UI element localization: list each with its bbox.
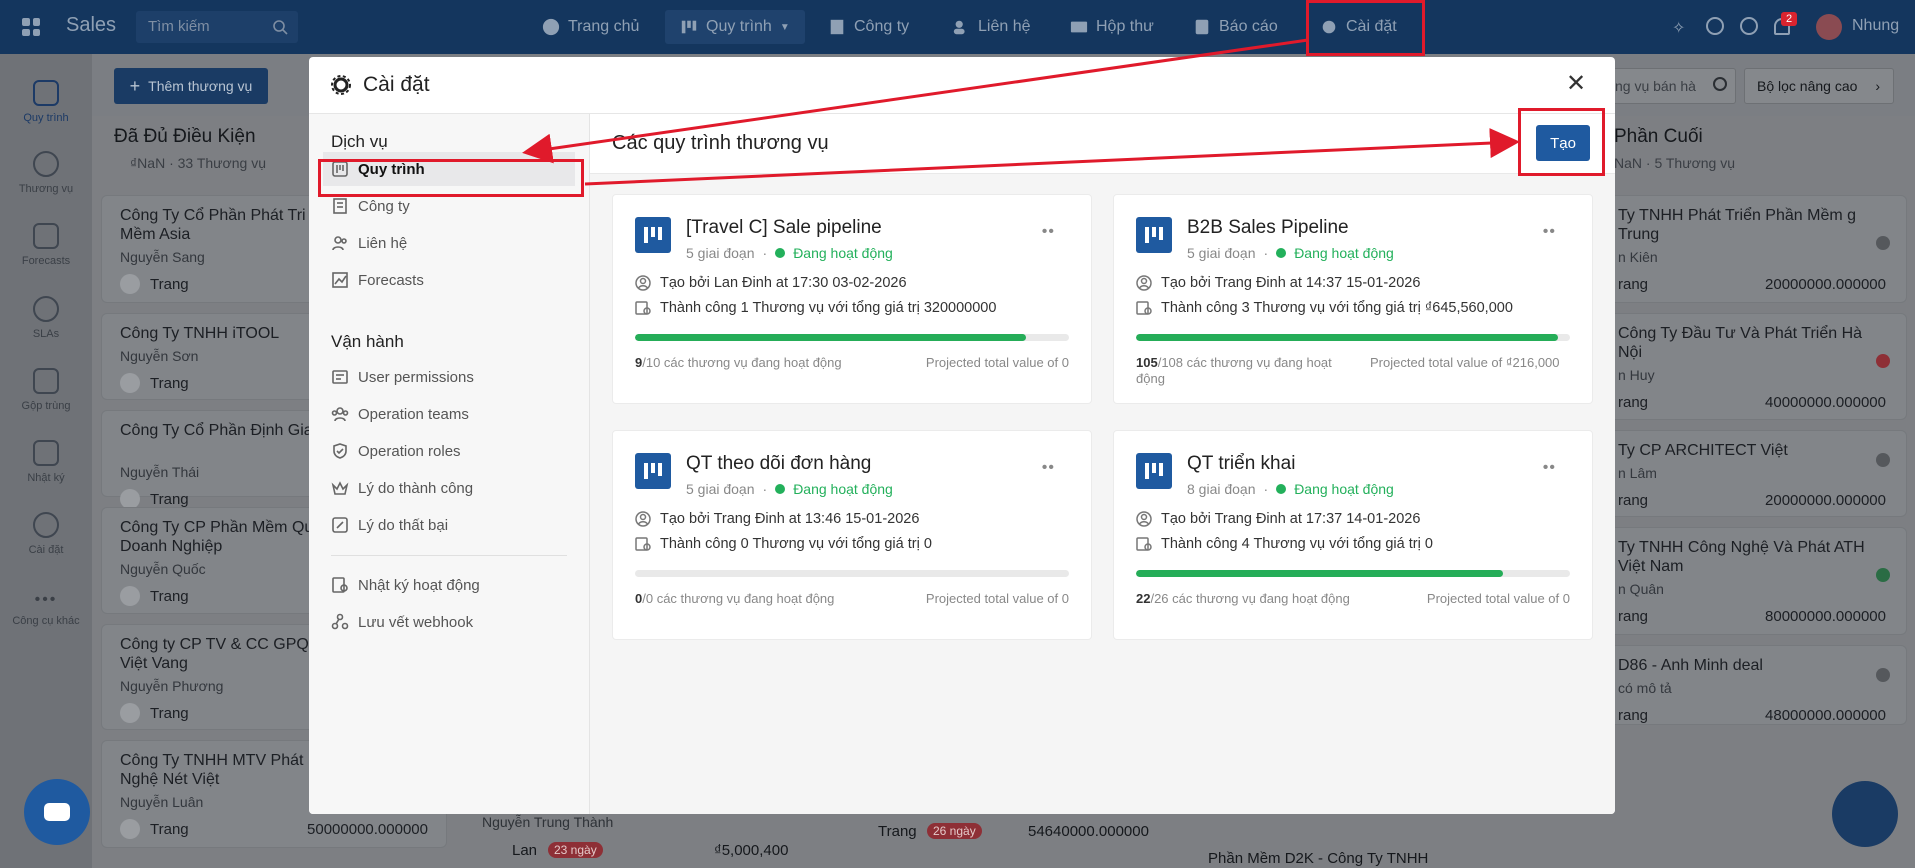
arrow-pipeline-to-create — [584, 128, 1520, 186]
arrow-settings-to-pipeline — [522, 38, 1309, 164]
annotation-arrows — [522, 38, 1520, 186]
